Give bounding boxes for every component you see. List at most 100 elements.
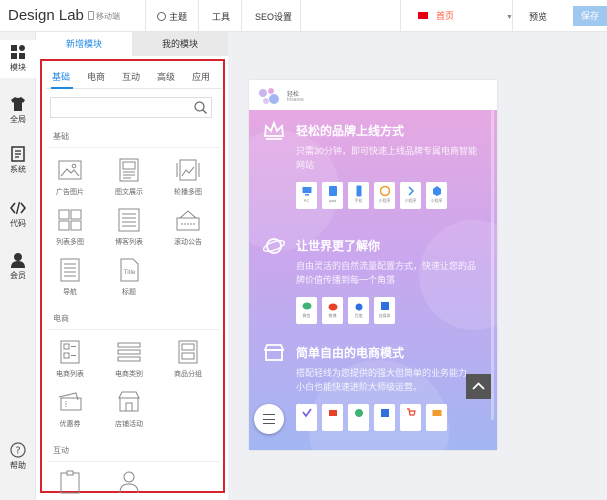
image-text-icon <box>119 158 139 182</box>
module-label: 广告图片 <box>56 189 84 196</box>
module-image-text[interactable]: 图文展示 <box>107 158 151 197</box>
chip-label: 小程序 <box>378 198 391 203</box>
baidu-icon <box>355 303 362 311</box>
sidebar-item-modules[interactable]: 模块 <box>0 40 36 78</box>
save-button[interactable]: 保存 <box>573 6 607 26</box>
mobile-label: 移动端 <box>96 12 120 21</box>
menu-tools[interactable]: 工具 <box>212 10 230 23</box>
feature-chip <box>348 404 369 431</box>
divider <box>48 329 220 330</box>
menu-icon <box>263 414 275 415</box>
preview-button[interactable]: 预览 <box>529 10 547 23</box>
preview-header: 轻松 Irisarea <box>249 80 497 110</box>
module-title[interactable]: Title 标题 <box>107 258 151 297</box>
sidebar-item-label: 代码 <box>10 219 26 228</box>
module-shop-activity[interactable]: 店铺活动 <box>107 390 151 429</box>
module-coupon[interactable]: 优惠券 <box>48 390 92 429</box>
form-icon <box>60 470 80 494</box>
category-advanced[interactable]: 高级 <box>157 70 175 83</box>
category-apps[interactable]: 应用 <box>192 70 210 83</box>
sidebar-item-label: 会员 <box>10 271 26 280</box>
back-to-top-button[interactable] <box>466 374 491 399</box>
weibo-icon <box>328 303 337 311</box>
sidebar-item-system[interactable]: 系统 <box>0 146 36 175</box>
category-basic[interactable]: 基础 <box>52 70 70 83</box>
module-form[interactable] <box>48 470 92 494</box>
divider <box>241 0 242 32</box>
channel-chip-wechat: 微信 <box>296 297 317 324</box>
brand-subtitle: Irisarea <box>287 97 304 103</box>
module-scroll-notice[interactable]: 滚动公告 <box>166 208 210 247</box>
platform-chip-ipad: ipad <box>322 182 343 209</box>
tab-new-modules[interactable]: 新增模块 <box>36 32 132 56</box>
sidebar-item-member[interactable]: 会员 <box>0 252 36 281</box>
help-icon: ? <box>10 442 26 458</box>
category-ecommerce[interactable]: 电商 <box>87 70 105 83</box>
tab-my-modules[interactable]: 我的模块 <box>132 32 228 56</box>
platform-chip-miniapp: 小程序 <box>374 182 395 209</box>
svg-text:?: ? <box>15 446 20 457</box>
feature-chip <box>322 404 343 431</box>
pc-icon <box>302 187 311 196</box>
module-label: 列表多图 <box>56 239 84 246</box>
sidebar-item-label: 系统 <box>10 165 26 174</box>
shop-icon <box>118 391 140 412</box>
tablet-icon <box>328 186 337 196</box>
menu-theme-label: 主题 <box>169 12 188 22</box>
feature-title: 轻松的品牌上线方式 <box>296 124 405 138</box>
module-search-input[interactable] <box>50 97 212 118</box>
module-list-images[interactable]: 列表多图 <box>48 208 92 247</box>
mobile-toggle[interactable]: 移动端 <box>88 11 120 22</box>
feature-title: 让世界更了解你 <box>296 239 381 253</box>
flag-icon <box>418 12 428 19</box>
section-title-interact: 互动 <box>53 446 69 455</box>
module-label: 电商列表 <box>56 371 84 378</box>
category-tabs: 基础 电商 互动 高级 应用 <box>52 70 232 84</box>
category-interact[interactable]: 互动 <box>122 70 140 83</box>
planet-icon <box>263 238 285 254</box>
page-selector-label: 首页 <box>436 11 455 21</box>
chip-label: 小程序 <box>430 198 443 203</box>
user-icon <box>11 253 25 268</box>
module-ecom-category[interactable]: 电商类别 <box>107 340 151 379</box>
code-icon <box>10 201 26 215</box>
notice-icon <box>176 210 200 231</box>
product-list-icon <box>60 340 80 364</box>
module-ecom-list[interactable]: 电商列表 <box>48 340 92 379</box>
module-member[interactable] <box>107 470 151 494</box>
chip-label: 小程序 <box>404 198 417 203</box>
sidebar-item-global[interactable]: 全局 <box>0 96 36 125</box>
feature-chip <box>296 404 317 431</box>
module-product-group[interactable]: 商品分组 <box>166 340 210 379</box>
divider <box>48 461 220 462</box>
svg-text:Title: Title <box>123 269 135 276</box>
floating-menu-button[interactable] <box>254 404 284 434</box>
sidebar-item-help[interactable]: ? 帮助 <box>0 442 36 471</box>
miniapp-icon <box>407 186 414 196</box>
module-label: 图文展示 <box>115 189 143 196</box>
channel-chip-weibo: 微博 <box>322 297 343 324</box>
gallery-icon <box>58 209 82 231</box>
user-icon <box>119 471 139 494</box>
section-title-basic: 基础 <box>53 132 69 141</box>
module-navigation[interactable]: 导航 <box>48 258 92 297</box>
sidebar-item-label: 帮助 <box>10 461 26 470</box>
module-carousel[interactable]: 轮播多图 <box>166 158 210 197</box>
store-icon <box>263 344 285 361</box>
feature-chip <box>400 404 421 431</box>
divider <box>198 0 199 32</box>
divider <box>48 147 220 148</box>
preview-body: 轻松的品牌上线方式 只需30分钟，即可快速上线品牌专属电商智能网站 PC ipa… <box>249 110 497 450</box>
page-selector[interactable]: 首页 ▼ <box>418 9 513 22</box>
module-ad-image[interactable]: 广告图片 <box>48 158 92 197</box>
menu-seo[interactable]: SEO设置 <box>255 10 292 23</box>
chip-label: 手机 <box>354 198 363 203</box>
miniapp-icon <box>432 186 441 196</box>
menu-theme[interactable]: 主题 <box>157 10 187 23</box>
preview-scrollbar[interactable] <box>491 110 494 420</box>
check-icon <box>301 408 312 418</box>
navigation-icon <box>60 258 80 282</box>
sidebar-item-code[interactable]: 代码 <box>0 200 36 229</box>
feature-chip <box>426 404 447 431</box>
module-blog-list[interactable]: 博客列表 <box>107 208 151 247</box>
